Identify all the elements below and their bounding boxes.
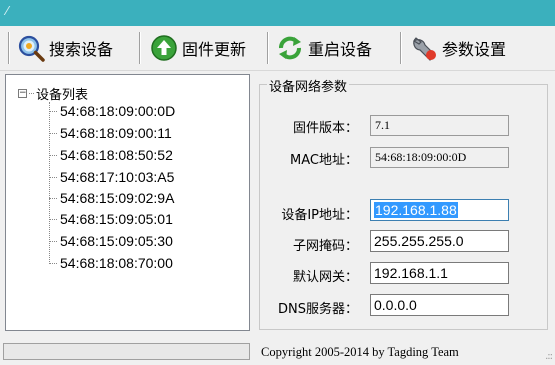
firmware-update-button[interactable]: 固件更新 [150,30,246,66]
upload-arrow-icon [151,35,177,61]
group-title: 设备网络参数 [267,76,350,95]
dns-server-input[interactable]: 0.0.0.0 [370,294,509,316]
ip-address-value: 192.168.1.88 [374,202,458,218]
device-item[interactable]: 54:68:18:08:50:52 [49,147,173,163]
toolbar-separator [139,32,140,64]
device-list-label: 设备列表 [36,88,89,103]
toolbar-separator [267,32,268,64]
toolbar-separator [8,32,9,64]
device-item[interactable]: 54:68:17:10:03:A5 [49,169,174,185]
dns-server-label: DNS服务器： [278,302,358,317]
search-devices-label: 搜索设备 [49,40,114,59]
search-devices-button[interactable]: 搜索设备 [17,30,113,66]
device-mac: 54:68:18:09:00:0D [60,103,176,119]
device-item[interactable]: 54:68:18:09:00:11 [49,125,172,141]
restart-device-label: 重启设备 [308,40,373,59]
status-panel [3,343,250,360]
device-mac: 54:68:18:09:00:11 [60,125,172,141]
mac-address-label: MAC地址： [290,153,358,168]
device-mac: 54:68:15:09:05:01 [60,211,173,227]
ip-address-input[interactable]: 192.168.1.88 [370,199,509,221]
parameter-settings-button[interactable]: 参数设置 [410,30,506,66]
tree-connector [29,93,34,94]
mac-address-field: 54:68:18:09:00:0D [370,147,509,168]
subnet-mask-label: 子网掩码： [292,239,358,254]
subnet-mask-input[interactable]: 255.255.255.0 [370,230,509,252]
ip-address-label: 设备IP地址： [281,208,358,223]
firmware-version-field: 7.1 [370,115,509,136]
parameter-settings-label: 参数设置 [442,40,507,59]
refresh-icon [279,36,301,60]
toolbar-separator [400,32,401,64]
firmware-version-label: 固件版本： [292,121,358,136]
gateway-label: 默认网关： [292,270,358,285]
magnifier-icon [18,35,45,62]
title-bar: ⁄ [0,0,555,26]
status-bar: Copyright 2005-2014 by Tagding Team .:: [0,341,555,365]
device-list-root[interactable]: − 设备列表 [18,84,88,103]
device-mac: 54:68:15:09:05:30 [60,233,173,249]
device-mac: 54:68:18:08:50:52 [60,147,173,163]
gateway-input[interactable]: 192.168.1.1 [370,262,509,284]
device-item[interactable]: 54:68:15:09:02:9A [49,190,174,206]
firmware-update-label: 固件更新 [182,40,247,59]
resize-grip-icon[interactable]: .:: [545,351,553,362]
toolbar: 搜索设备 固件更新 重启设备 参数设置 [0,26,555,71]
device-item[interactable]: 54:68:18:09:00:0D [49,103,175,119]
device-item[interactable]: 54:68:15:09:05:01 [49,211,173,227]
device-item[interactable]: 54:68:18:08:70:00 [49,255,173,271]
app-icon: ⁄ [6,4,9,18]
copyright-text: Copyright 2005-2014 by Tagding Team [261,345,459,359]
device-tree[interactable]: − 设备列表 54:68:18:09:00:0D 54:68:18:09:00:… [5,74,250,331]
collapse-icon[interactable]: − [18,89,27,98]
device-mac: 54:68:15:09:02:9A [60,190,175,206]
restart-device-button[interactable]: 重启设备 [276,30,372,66]
device-item[interactable]: 54:68:15:09:05:30 [49,233,173,249]
device-mac: 54:68:18:08:70:00 [60,255,173,271]
wrench-icon [412,37,436,61]
device-mac: 54:68:17:10:03:A5 [60,169,175,185]
